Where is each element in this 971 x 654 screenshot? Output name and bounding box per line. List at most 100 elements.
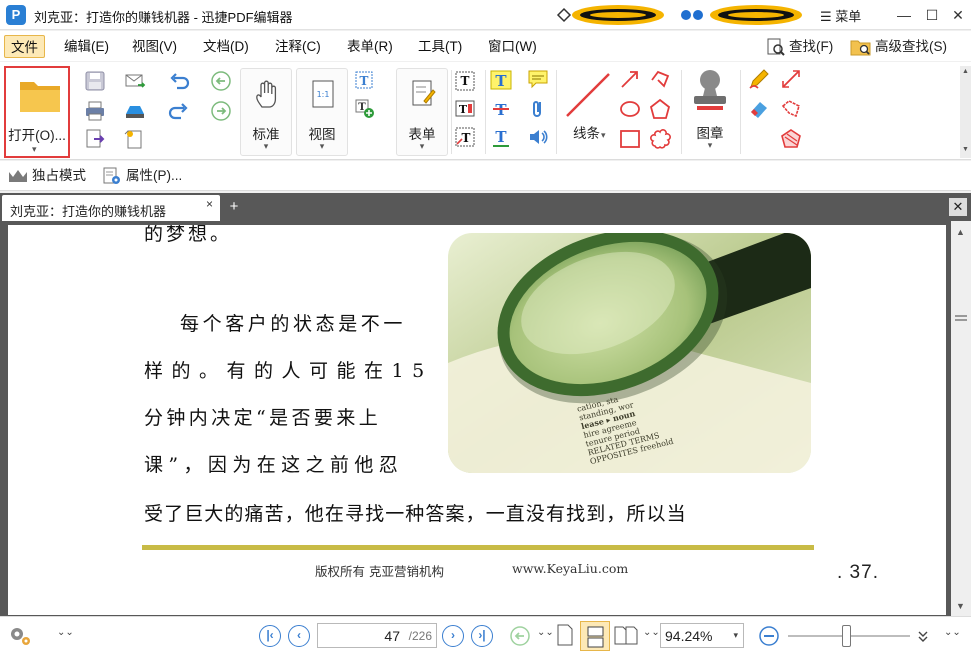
page-number-input[interactable]: 47 /226 bbox=[317, 623, 437, 648]
window-title: 刘克亚：打造你的赚钱机器 - 迅捷PDF编辑器 bbox=[34, 10, 293, 25]
attachment-icon[interactable] bbox=[527, 98, 549, 120]
back-icon[interactable] bbox=[210, 70, 232, 92]
view-overflow-icon[interactable]: ⌄⌄ bbox=[537, 627, 554, 638]
close-document-button[interactable]: ✕ bbox=[949, 198, 967, 216]
two-page-icon[interactable] bbox=[614, 624, 638, 646]
single-page-icon[interactable] bbox=[556, 624, 574, 646]
menu-window[interactable]: 窗口(W) bbox=[482, 35, 543, 58]
prev-page-button[interactable]: ‹ bbox=[288, 625, 310, 647]
cloud-tool-icon[interactable] bbox=[649, 128, 671, 150]
export-icon[interactable] bbox=[84, 128, 106, 150]
properties-icon bbox=[103, 167, 120, 185]
redo-icon[interactable] bbox=[168, 100, 190, 122]
page-text-line: 的梦想。 bbox=[144, 225, 233, 245]
forward-icon[interactable] bbox=[210, 100, 232, 122]
zoom-overflow-icon[interactable]: ⌄⌄ bbox=[944, 627, 961, 638]
polygon-tool-icon[interactable] bbox=[649, 98, 671, 120]
form-button[interactable]: 表单 ▾ bbox=[396, 68, 448, 156]
exclusive-mode-button[interactable]: 独占模式 bbox=[8, 166, 86, 186]
settings-gear-icon[interactable] bbox=[8, 625, 32, 647]
eraser-icon[interactable] bbox=[748, 98, 770, 120]
close-button[interactable]: ✕ bbox=[947, 4, 969, 26]
perimeter-tool-icon[interactable] bbox=[780, 98, 802, 120]
print-icon[interactable] bbox=[84, 100, 106, 122]
last-page-button[interactable]: ›| bbox=[471, 625, 493, 647]
advanced-find-button[interactable]: 高级查找(S) bbox=[850, 36, 947, 58]
distance-tool-icon[interactable] bbox=[780, 68, 802, 90]
zoom-out-icon[interactable] bbox=[758, 625, 780, 647]
polyline-tool-icon[interactable] bbox=[649, 68, 671, 90]
line-tool-icon[interactable] bbox=[563, 70, 613, 120]
scroll-thumb[interactable] bbox=[955, 315, 967, 317]
textbox-icon[interactable]: T bbox=[454, 98, 476, 120]
arrow-tool-icon[interactable] bbox=[619, 68, 641, 90]
sound-icon[interactable] bbox=[527, 126, 549, 148]
minimize-button[interactable]: — bbox=[893, 4, 915, 26]
ellipse-tool-icon[interactable] bbox=[619, 98, 641, 120]
save-icon[interactable] bbox=[84, 70, 106, 92]
continuous-page-button[interactable] bbox=[580, 621, 610, 651]
new-tab-button[interactable]: + bbox=[226, 199, 242, 215]
properties-button[interactable]: 属性(P)... bbox=[102, 166, 182, 186]
document-tab[interactable]: 刘克亚：打造你的赚钱机器 × bbox=[2, 195, 220, 221]
status-overflow-icon[interactable]: ⌄⌄ bbox=[57, 627, 74, 638]
standard-button[interactable]: 标准 ▾ bbox=[240, 68, 292, 156]
scan-icon[interactable] bbox=[124, 100, 146, 122]
open-button[interactable]: 打开(O)... ▾ bbox=[4, 66, 70, 158]
scroll-down-icon[interactable]: ▼ bbox=[956, 601, 965, 611]
strikeout-icon[interactable]: T bbox=[490, 98, 512, 120]
stamp-dropdown-icon: ▾ bbox=[707, 140, 713, 150]
menu-document[interactable]: 文档(D) bbox=[197, 35, 255, 58]
menu-comment[interactable]: 注释(C) bbox=[269, 35, 327, 58]
open-folder-icon bbox=[20, 82, 60, 112]
rectangle-tool-icon[interactable] bbox=[619, 128, 641, 150]
title-bar: P 刘克亚：打造你的赚钱机器 - 迅捷PDF编辑器 ☰ 菜单 — ☐ ✕ bbox=[0, 0, 971, 30]
continuous-page-icon bbox=[587, 626, 604, 648]
footer-copyright: 版权所有 克亚营销机构 bbox=[315, 564, 444, 579]
zoom-slider-knob[interactable] bbox=[842, 625, 852, 647]
highlight-text-icon[interactable]: T bbox=[490, 70, 512, 92]
area-tool-icon[interactable] bbox=[780, 128, 802, 150]
scroll-thumb[interactable] bbox=[955, 319, 967, 321]
pencil-icon[interactable] bbox=[748, 68, 770, 90]
open-dropdown-icon[interactable]: ▾ bbox=[32, 144, 37, 155]
back-view-icon[interactable] bbox=[509, 625, 531, 647]
undo-icon[interactable] bbox=[168, 70, 190, 92]
vertical-scrollbar[interactable]: ▲ ▼ bbox=[951, 221, 971, 616]
current-page: 47 bbox=[384, 628, 400, 644]
zoom-in-icon[interactable] bbox=[916, 629, 930, 643]
stamp-button[interactable]: 图章 ▾ bbox=[684, 68, 736, 156]
scroll-up-icon[interactable]: ▲ bbox=[956, 227, 965, 237]
ribbon-scroll[interactable]: ▲ ▼ bbox=[960, 66, 971, 158]
underline-icon[interactable]: T bbox=[490, 126, 512, 148]
find-icon bbox=[767, 38, 785, 57]
menu-tools[interactable]: 工具(T) bbox=[412, 35, 468, 58]
menu-form[interactable]: 表单(R) bbox=[341, 35, 399, 58]
layout-overflow-icon[interactable]: ⌄⌄ bbox=[643, 627, 660, 638]
crown-icon bbox=[9, 170, 27, 183]
text-edit-icon[interactable]: T bbox=[354, 70, 376, 92]
maximize-button[interactable]: ☐ bbox=[921, 4, 943, 26]
main-menu-button[interactable]: ☰ 菜单 bbox=[820, 6, 861, 25]
next-page-button[interactable]: › bbox=[442, 625, 464, 647]
menu-edit[interactable]: 编辑(E) bbox=[58, 35, 115, 58]
menu-file[interactable]: 文件 bbox=[4, 35, 45, 58]
text-field-icon[interactable]: T bbox=[454, 70, 476, 92]
zoom-select[interactable]: 94.24% ▾ bbox=[660, 623, 744, 648]
footer-rule bbox=[142, 545, 814, 550]
find-button[interactable]: 查找(F) bbox=[766, 36, 833, 58]
note-icon[interactable] bbox=[527, 68, 549, 90]
view-button[interactable]: 1:1 视图 ▾ bbox=[296, 68, 348, 156]
email-icon[interactable] bbox=[124, 70, 146, 92]
line-tool-label[interactable]: 线条▾ bbox=[573, 122, 606, 142]
tab-close-icon[interactable]: × bbox=[206, 197, 213, 211]
add-text-icon[interactable]: T bbox=[354, 98, 376, 120]
callout-icon[interactable]: T bbox=[454, 126, 476, 148]
ribbon-toolbar: 打开(O)... ▾ 标准 ▾ 1:1 视图 ▾ T T 表单 ▾ T T T … bbox=[0, 62, 971, 160]
properties-label: 属性(P)... bbox=[126, 168, 183, 183]
folder-search-icon bbox=[850, 40, 871, 56]
new-document-icon[interactable] bbox=[124, 128, 146, 150]
first-page-button[interactable]: |‹ bbox=[259, 625, 281, 647]
pdf-page: 的梦想。 每个客户的状态是不一 样的。有的人可能在15 分钟内决定“是否要来上 … bbox=[8, 225, 946, 615]
menu-view[interactable]: 视图(V) bbox=[126, 35, 183, 58]
